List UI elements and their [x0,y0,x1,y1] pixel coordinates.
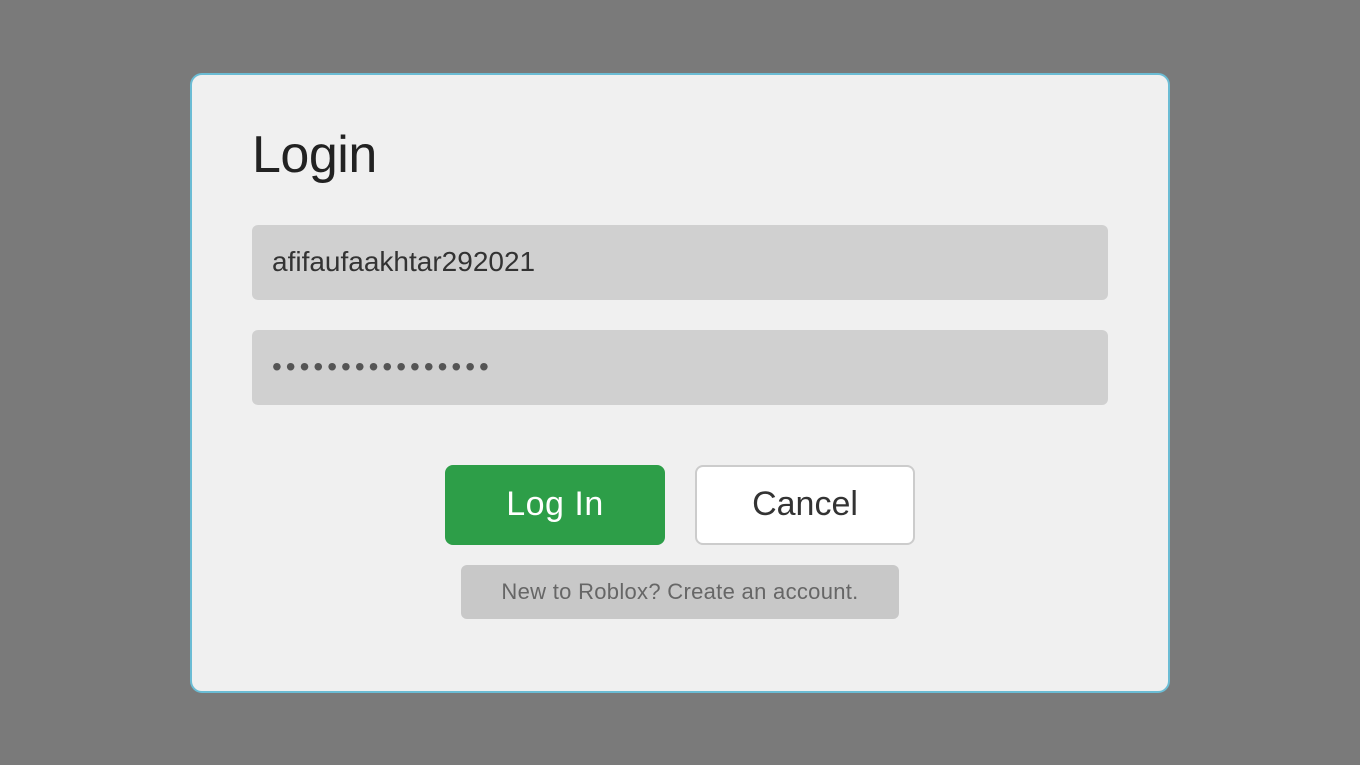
login-dialog: Login Log In Cancel New to Roblox? Creat… [190,73,1170,693]
buttons-row: Log In Cancel [445,465,915,545]
cancel-button[interactable]: Cancel [695,465,915,545]
username-input[interactable] [252,225,1108,300]
password-input[interactable] [252,330,1108,405]
login-button[interactable]: Log In [445,465,665,545]
dialog-title: Login [252,125,1108,185]
create-account-button[interactable]: New to Roblox? Create an account. [461,565,898,619]
buttons-area: Log In Cancel New to Roblox? Create an a… [252,465,1108,619]
